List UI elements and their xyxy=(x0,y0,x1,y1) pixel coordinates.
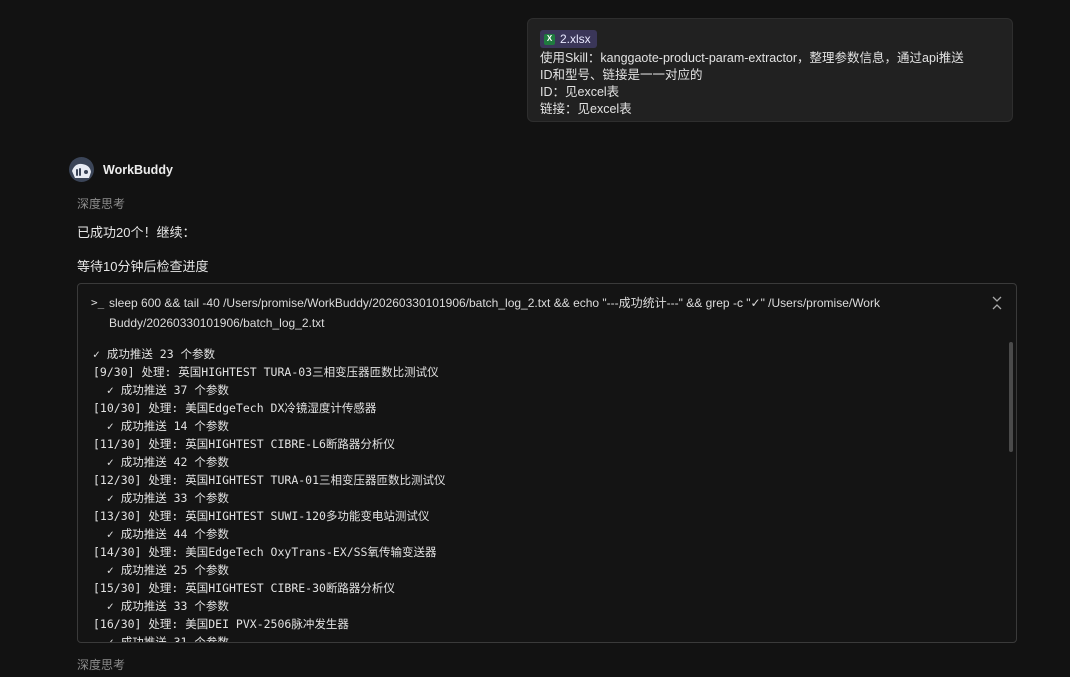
avatar xyxy=(69,157,94,182)
thinking-toggle[interactable]: 深度思考 xyxy=(77,656,125,673)
command-line: sleep 600 && tail -40 /Users/promise/Wor… xyxy=(109,296,880,310)
user-message-text: 使用Skill：kanggaote-product-param-extracto… xyxy=(540,50,1000,118)
log-line: [10/30] 处理: 美国EdgeTech DX冷镜湿度计传感器 xyxy=(93,401,377,415)
terminal-prompt-icon: >_ xyxy=(91,296,105,309)
log-line: [9/30] 处理: 英国HIGHTEST TURA-03三相变压器匝数比测试仪 xyxy=(93,365,439,379)
log-line: ✓ 成功推送 31 个参数 xyxy=(93,635,229,643)
assistant-paragraph: 已成功20个！继续： xyxy=(77,225,196,240)
log-line: ✓ 成功推送 33 个参数 xyxy=(93,491,229,505)
attachment-chip[interactable]: X 2.xlsx xyxy=(540,30,597,48)
terminal-output-panel: >_ sleep 600 && tail -40 /Users/promise/… xyxy=(77,283,1017,643)
log-line: [12/30] 处理: 英国HIGHTEST TURA-01三相变压器匝数比测试… xyxy=(93,473,446,487)
user-message-line: 链接：见excel表 xyxy=(540,102,632,116)
log-line: [14/30] 处理: 美国EdgeTech OxyTrans-EX/SS氧传输… xyxy=(93,545,437,559)
log-line: ✓ 成功推送 33 个参数 xyxy=(93,599,229,613)
excel-file-icon: X xyxy=(544,33,555,45)
log-line: [15/30] 处理: 英国HIGHTEST CIBRE-30断路器分析仪 xyxy=(93,581,395,595)
log-line: ✓ 成功推送 23 个参数 xyxy=(93,347,216,361)
log-line: ✓ 成功推送 25 个参数 xyxy=(93,563,229,577)
assistant-name: WorkBuddy xyxy=(103,162,173,177)
assistant-paragraph: 等待10分钟后检查进度 xyxy=(77,259,209,274)
user-message-line: 使用Skill：kanggaote-product-param-extracto… xyxy=(540,51,964,65)
terminal-command: >_ sleep 600 && tail -40 /Users/promise/… xyxy=(91,293,971,333)
log-line: ✓ 成功推送 42 个参数 xyxy=(93,455,229,469)
log-line: ✓ 成功推送 14 个参数 xyxy=(93,419,229,433)
user-message-line: ID：见excel表 xyxy=(540,85,620,99)
log-line: [16/30] 处理: 美国DEI PVX-2506脉冲发生器 xyxy=(93,617,349,631)
terminal-log: ✓ 成功推送 23 个参数 [9/30] 处理: 英国HIGHTEST TURA-… xyxy=(93,345,996,642)
attachment-filename: 2.xlsx xyxy=(560,32,591,46)
collapse-icon[interactable] xyxy=(990,296,1004,310)
user-message-bubble: X 2.xlsx 使用Skill：kanggaote-product-param… xyxy=(527,18,1013,122)
command-line: Buddy/20260330101906/batch_log_2.txt xyxy=(109,316,325,330)
log-line: ✓ 成功推送 44 个参数 xyxy=(93,527,229,541)
user-message-line: ID和型号、链接是一一对应的 xyxy=(540,68,703,82)
assistant-header: WorkBuddy xyxy=(69,157,173,182)
log-line: [11/30] 处理: 英国HIGHTEST CIBRE-L6断路器分析仪 xyxy=(93,437,395,451)
terminal-scrollbar[interactable] xyxy=(1009,342,1013,452)
thinking-toggle[interactable]: 深度思考 xyxy=(77,195,125,212)
log-line: ✓ 成功推送 37 个参数 xyxy=(93,383,229,397)
log-line: [13/30] 处理: 英国HIGHTEST SUWI-120多功能变电站测试仪 xyxy=(93,509,430,523)
